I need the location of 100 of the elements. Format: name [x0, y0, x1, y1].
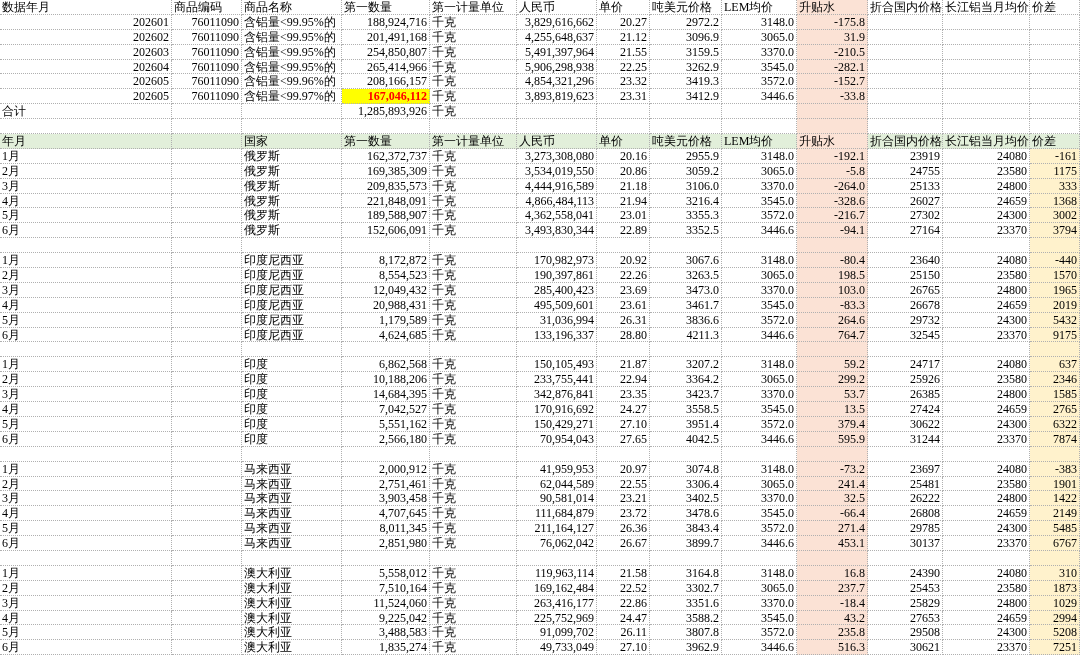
table-cell	[172, 268, 242, 283]
table-cell: 12,049,432	[342, 282, 430, 298]
table-cell: 3807.8	[650, 625, 722, 641]
table-cell: 26.11	[597, 625, 650, 641]
table-cell: 千克	[430, 44, 517, 60]
table-cell: 印度	[242, 372, 342, 388]
table-cell: 3164.8	[650, 565, 722, 581]
table-cell: 3074.8	[650, 461, 722, 477]
table-cell: 27653	[868, 610, 943, 626]
table-cell: 342,876,841	[517, 387, 597, 403]
table-cell: 254,850,807	[342, 44, 430, 60]
table-cell: 6月	[0, 327, 172, 343]
table-cell: 133,196,337	[517, 327, 597, 343]
column-header: 长江铝当月均价	[943, 0, 1030, 15]
table-cell: 14,684,395	[342, 387, 430, 403]
table-cell: 3461.7	[650, 297, 722, 313]
table-cell: 188,924,716	[342, 14, 430, 30]
table-cell: 24717	[868, 357, 943, 373]
table-cell: 7,042,527	[342, 402, 430, 417]
table-cell: 169,385,309	[342, 163, 430, 179]
table-cell	[797, 119, 868, 134]
table-cell: 印度	[242, 357, 342, 373]
table-cell	[172, 372, 242, 388]
table-cell: 26678	[868, 297, 943, 313]
table-cell: 马来西亚	[242, 536, 342, 551]
table-cell: 千克	[430, 163, 517, 179]
table-cell: 53.7	[797, 387, 868, 403]
table-cell: 5,906,298,938	[517, 59, 597, 75]
table-cell: 3月	[0, 178, 172, 194]
table-cell	[797, 342, 868, 358]
table-cell: 28.80	[597, 327, 650, 343]
table-cell: 23.31	[597, 89, 650, 105]
table-cell: 29508	[868, 625, 943, 641]
table-cell: 3899.7	[650, 536, 722, 551]
table-cell: 150,105,493	[517, 357, 597, 373]
table-cell: 3106.0	[650, 178, 722, 194]
table-cell: 4211.3	[650, 327, 722, 343]
table-cell: 22.55	[597, 476, 650, 492]
table-cell: 221,848,091	[342, 193, 430, 209]
table-cell: 202605	[0, 89, 172, 105]
table-cell: 23.61	[597, 297, 650, 313]
table-cell: 5485	[1030, 521, 1080, 537]
table-cell: 22.89	[597, 223, 650, 239]
table-cell: 202601	[0, 14, 172, 30]
table-cell: -80.4	[797, 253, 868, 269]
table-cell: 俄罗斯	[242, 148, 342, 164]
column-header: 人民币	[517, 0, 597, 15]
table-cell: 27164	[868, 223, 943, 239]
table-cell: 453.1	[797, 536, 868, 551]
table-cell: 3302.7	[650, 580, 722, 596]
table-cell: 3月	[0, 595, 172, 611]
table-cell: 马来西亚	[242, 521, 342, 537]
table-cell	[1030, 44, 1080, 60]
table-cell: 3002	[1030, 208, 1080, 224]
column-header: 长江铝当月均价	[943, 134, 1030, 149]
table-cell	[172, 342, 242, 358]
table-cell: 3355.3	[650, 208, 722, 224]
table-cell: 3,493,830,344	[517, 223, 597, 239]
table-cell: 21.87	[597, 357, 650, 373]
table-cell	[172, 297, 242, 313]
table-cell: 20,988,431	[342, 297, 430, 313]
table-cell: 23919	[868, 148, 943, 164]
table-cell: 澳大利亚	[242, 640, 342, 656]
table-cell: 20.16	[597, 148, 650, 164]
table-cell: 3207.2	[650, 357, 722, 373]
table-cell: 千克	[430, 372, 517, 388]
table-cell: 2月	[0, 476, 172, 492]
table-cell: 印度尼西亚	[242, 268, 342, 283]
table-cell: 俄罗斯	[242, 193, 342, 209]
table-cell: 千克	[430, 297, 517, 313]
table-cell: 637	[1030, 357, 1080, 373]
table-cell: -33.8	[797, 89, 868, 105]
table-cell: 152,606,091	[342, 223, 430, 239]
table-cell	[172, 282, 242, 298]
table-cell: 3067.6	[650, 253, 722, 269]
table-cell	[597, 104, 650, 120]
table-cell: 3558.5	[650, 402, 722, 417]
table-cell: 千克	[430, 640, 517, 656]
table-cell: 6,862,568	[342, 357, 430, 373]
column-header: 数据年月	[0, 0, 172, 15]
table-cell: 119,963,114	[517, 565, 597, 581]
table-cell: 2,751,461	[342, 476, 430, 492]
table-cell: 3,273,308,080	[517, 148, 597, 164]
table-cell: 26808	[868, 506, 943, 522]
table-cell: 4,362,558,041	[517, 208, 597, 224]
table-cell: 马来西亚	[242, 491, 342, 507]
table-cell: 马来西亚	[242, 461, 342, 477]
table-cell: 千克	[430, 178, 517, 194]
table-cell	[172, 312, 242, 328]
table-cell: 167,046,112	[342, 89, 430, 105]
table-cell: 190,397,861	[517, 268, 597, 283]
table-cell: 印度尼西亚	[242, 253, 342, 269]
table-cell: 合计	[0, 104, 172, 120]
column-header: 折合国内价格	[868, 134, 943, 149]
table-cell: 1,835,274	[342, 640, 430, 656]
column-header: 升贴水	[797, 134, 868, 149]
table-cell: 5,491,397,964	[517, 44, 597, 60]
table-cell: 495,509,601	[517, 297, 597, 313]
table-cell: 千克	[430, 521, 517, 537]
table-cell: 31244	[868, 431, 943, 447]
